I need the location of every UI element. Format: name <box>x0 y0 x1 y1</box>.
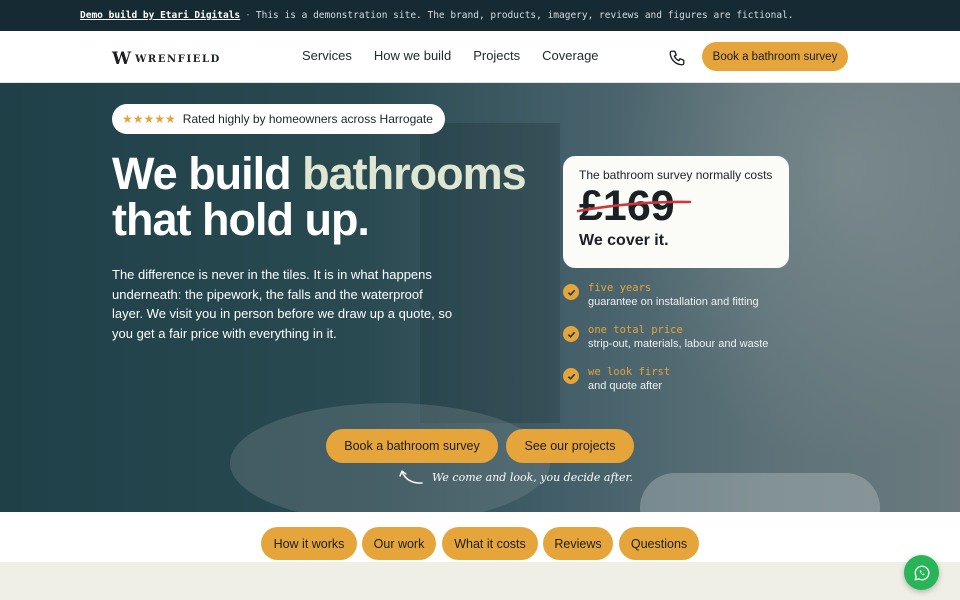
check-icon <box>563 368 579 384</box>
hero-background-towel <box>640 473 880 512</box>
nav-link-coverage[interactable]: Coverage <box>542 48 598 63</box>
hero-headline: We build bathrooms that hold up. <box>112 148 527 245</box>
book-survey-nav-button[interactable]: Book a bathroom survey <box>702 42 848 71</box>
demo-banner: Demo build by Etari Digitals · This is a… <box>0 0 960 31</box>
whatsapp-chat-button[interactable] <box>904 555 939 590</box>
logo-mark: W <box>112 49 132 69</box>
section-subnav: How it works Our work What it costs Revi… <box>0 512 960 562</box>
note-text: We come and look, you decide after. <box>432 470 634 484</box>
rating-text: Rated highly by homeowners across Harrog… <box>182 112 433 126</box>
check-icon <box>563 326 579 342</box>
demo-separator: · <box>245 10 251 21</box>
curved-arrow-icon <box>399 470 423 484</box>
phone-icon[interactable] <box>668 49 686 67</box>
nav-link-projects[interactable]: Projects <box>473 48 520 63</box>
benefit-title: one total price <box>588 324 683 336</box>
benefit-list: five years guarantee on installation and… <box>563 281 768 407</box>
benefit-description: strip-out, materials, labour and waste <box>588 338 769 350</box>
benefit-item: we look first and quote after <box>563 365 768 394</box>
check-icon <box>563 284 579 300</box>
headline-accent: bathrooms <box>302 148 527 199</box>
subnav-reviews[interactable]: Reviews <box>543 527 613 560</box>
price-card-label: The bathroom survey normally costs <box>579 168 773 182</box>
whatsapp-icon <box>914 565 929 580</box>
star-rating-icon: ★★★★★ <box>122 112 176 126</box>
see-projects-button[interactable]: See our projects <box>506 429 634 463</box>
benefit-description: guarantee on installation and fitting <box>588 296 759 308</box>
struck-price: £169 <box>576 184 692 228</box>
rating-badge: ★★★★★ Rated highly by homeowners across … <box>112 104 445 134</box>
top-navigation: W WRENFIELD Services How we build Projec… <box>0 31 960 83</box>
demo-credit-link[interactable]: Demo build by Etari Digitals <box>80 10 240 21</box>
price-card-cover: We cover it. <box>579 232 669 249</box>
benefit-title: we look first <box>588 366 671 378</box>
headline-part-1: We build <box>112 148 303 199</box>
headline-line-2: that hold up. <box>112 194 370 245</box>
demo-notice: This is a demonstration site. The brand,… <box>255 10 794 21</box>
strikethrough-icon <box>576 200 692 213</box>
subnav-our-work[interactable]: Our work <box>362 527 436 560</box>
hero-intro: The difference is never in the tiles. It… <box>112 267 453 341</box>
benefit-title: five years <box>588 282 652 294</box>
subnav-what-it-costs[interactable]: What it costs <box>442 527 538 560</box>
subnav-how-it-works[interactable]: How it works <box>261 527 357 560</box>
nav-link-services[interactable]: Services <box>302 48 352 63</box>
next-section-band <box>0 562 960 600</box>
book-survey-hero-button[interactable]: Book a bathroom survey <box>326 429 498 463</box>
hero-section: ★★★★★ Rated highly by homeowners across … <box>0 83 960 512</box>
nav-link-how-we-build[interactable]: How we build <box>374 48 451 63</box>
benefit-item: one total price strip-out, materials, la… <box>563 323 768 352</box>
logo[interactable]: W WRENFIELD <box>112 49 221 69</box>
survey-price-card: The bathroom survey normally costs £169 … <box>563 156 789 268</box>
benefit-description: and quote after <box>588 380 663 392</box>
nav-links: Services How we build Projects Coverage <box>302 48 599 63</box>
subnav-questions[interactable]: Questions <box>619 527 699 560</box>
handwritten-note: We come and look, you decide after. <box>398 467 633 487</box>
benefit-item: five years guarantee on installation and… <box>563 281 768 310</box>
logo-wordmark: WRENFIELD <box>135 53 221 65</box>
